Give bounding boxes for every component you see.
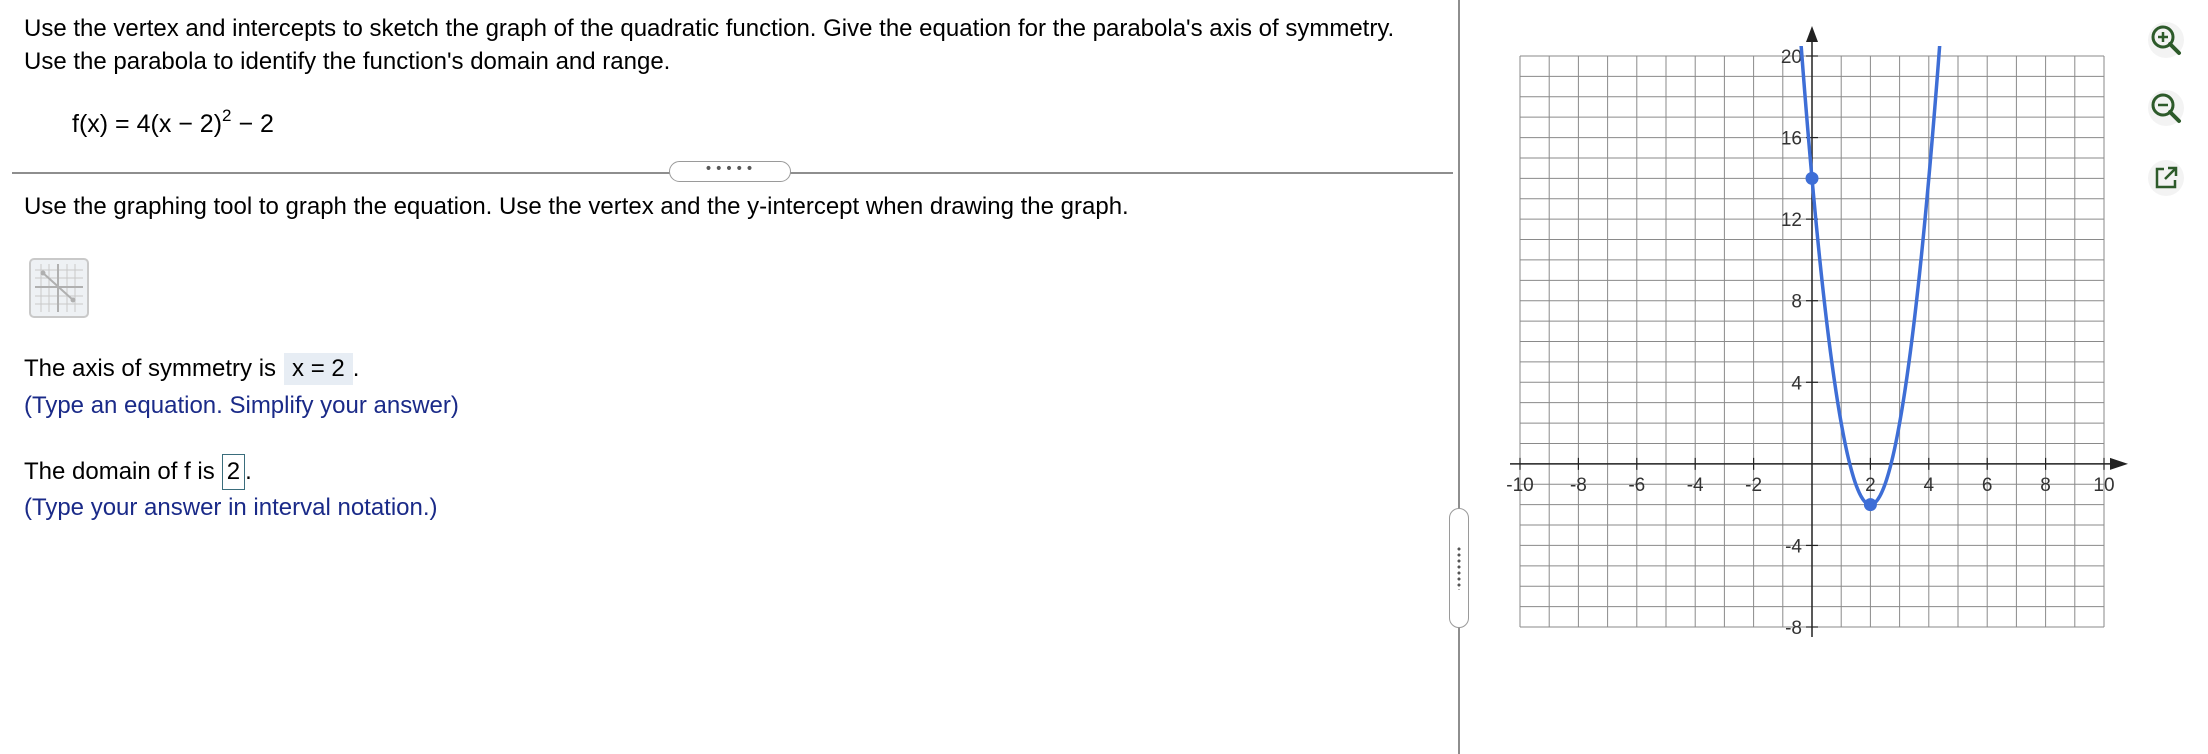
graph-point (1863, 498, 1877, 512)
zoom-out-button[interactable] (2148, 90, 2184, 126)
x-axis-arrow (2110, 457, 2128, 470)
y-tick-label: 8 (1791, 292, 1802, 313)
vertical-divider (1458, 0, 1460, 754)
x-tick-label: 6 (1982, 475, 1993, 496)
y-tick-label: 16 (1781, 129, 1802, 150)
x-tick-label: -2 (1745, 475, 1762, 496)
y-tick-label: 4 (1791, 373, 1802, 394)
y-tick-label: 12 (1781, 210, 1802, 231)
axis-of-symmetry-label: The axis of symmetry is (24, 355, 277, 382)
y-axis-arrow (1806, 26, 1818, 42)
function-equation: f(x) = 4(x − 2)2 − 2 (72, 107, 274, 139)
zoom-out-icon (2151, 93, 2181, 123)
axis-of-symmetry-answer[interactable]: x = 2 (284, 353, 353, 385)
question-prompt: Use the vertex and intercepts to sketch … (24, 15, 1395, 75)
graph-point (1805, 171, 1819, 185)
domain-hint: (Type your answer in interval notation.) (24, 494, 438, 521)
popout-icon (2155, 166, 2178, 189)
axis-of-symmetry-line: The axis of symmetry is x = 2 . (24, 353, 359, 385)
pane-resize-handle[interactable] (1449, 508, 1469, 628)
domain-period: . (245, 458, 252, 485)
y-tick-label: -4 (1785, 536, 1802, 557)
y-tick-label: -8 (1785, 618, 1802, 639)
x-tick-label: -10 (1506, 475, 1533, 496)
x-tick-label: -6 (1628, 475, 1645, 496)
x-tick-label: 2 (1865, 475, 1876, 496)
graph-canvas[interactable]: -10 -8 -6 -4 -2 2 4 6 8 10 -8 -4 4 8 12 16 20 (1500, 20, 2140, 660)
x-tick-label: 10 (2093, 475, 2114, 496)
popout-button[interactable] (2148, 160, 2184, 196)
expand-question-button[interactable]: ••••• (669, 161, 791, 182)
axis-hint: (Type an equation. Simplify your answer) (24, 392, 459, 419)
x-tick-label: -4 (1687, 475, 1704, 496)
equation-main: f(x) = 4(x − 2) (72, 110, 223, 138)
axis-period: . (352, 355, 360, 382)
x-tick-label: 4 (1924, 475, 1935, 496)
x-tick-label: -8 (1570, 475, 1587, 496)
domain-line: The domain of f is 2 . (24, 454, 252, 490)
domain-label: The domain of f is (24, 458, 215, 485)
zoom-in-button[interactable] (2148, 22, 2184, 58)
equation-exponent: 2 (222, 105, 232, 125)
instructions: Use the graphing tool to graph the equat… (24, 193, 1129, 220)
graph-tool-icon (35, 264, 83, 312)
resize-dots-icon (1457, 546, 1461, 590)
zoom-in-icon (2151, 25, 2181, 55)
x-tick-label: 8 (2040, 475, 2051, 496)
y-tick-label: 20 (1781, 47, 1802, 68)
equation-tail: − 2 (231, 110, 274, 138)
domain-answer-field[interactable]: 2 (221, 454, 246, 490)
graphing-tool-button[interactable] (29, 258, 89, 318)
